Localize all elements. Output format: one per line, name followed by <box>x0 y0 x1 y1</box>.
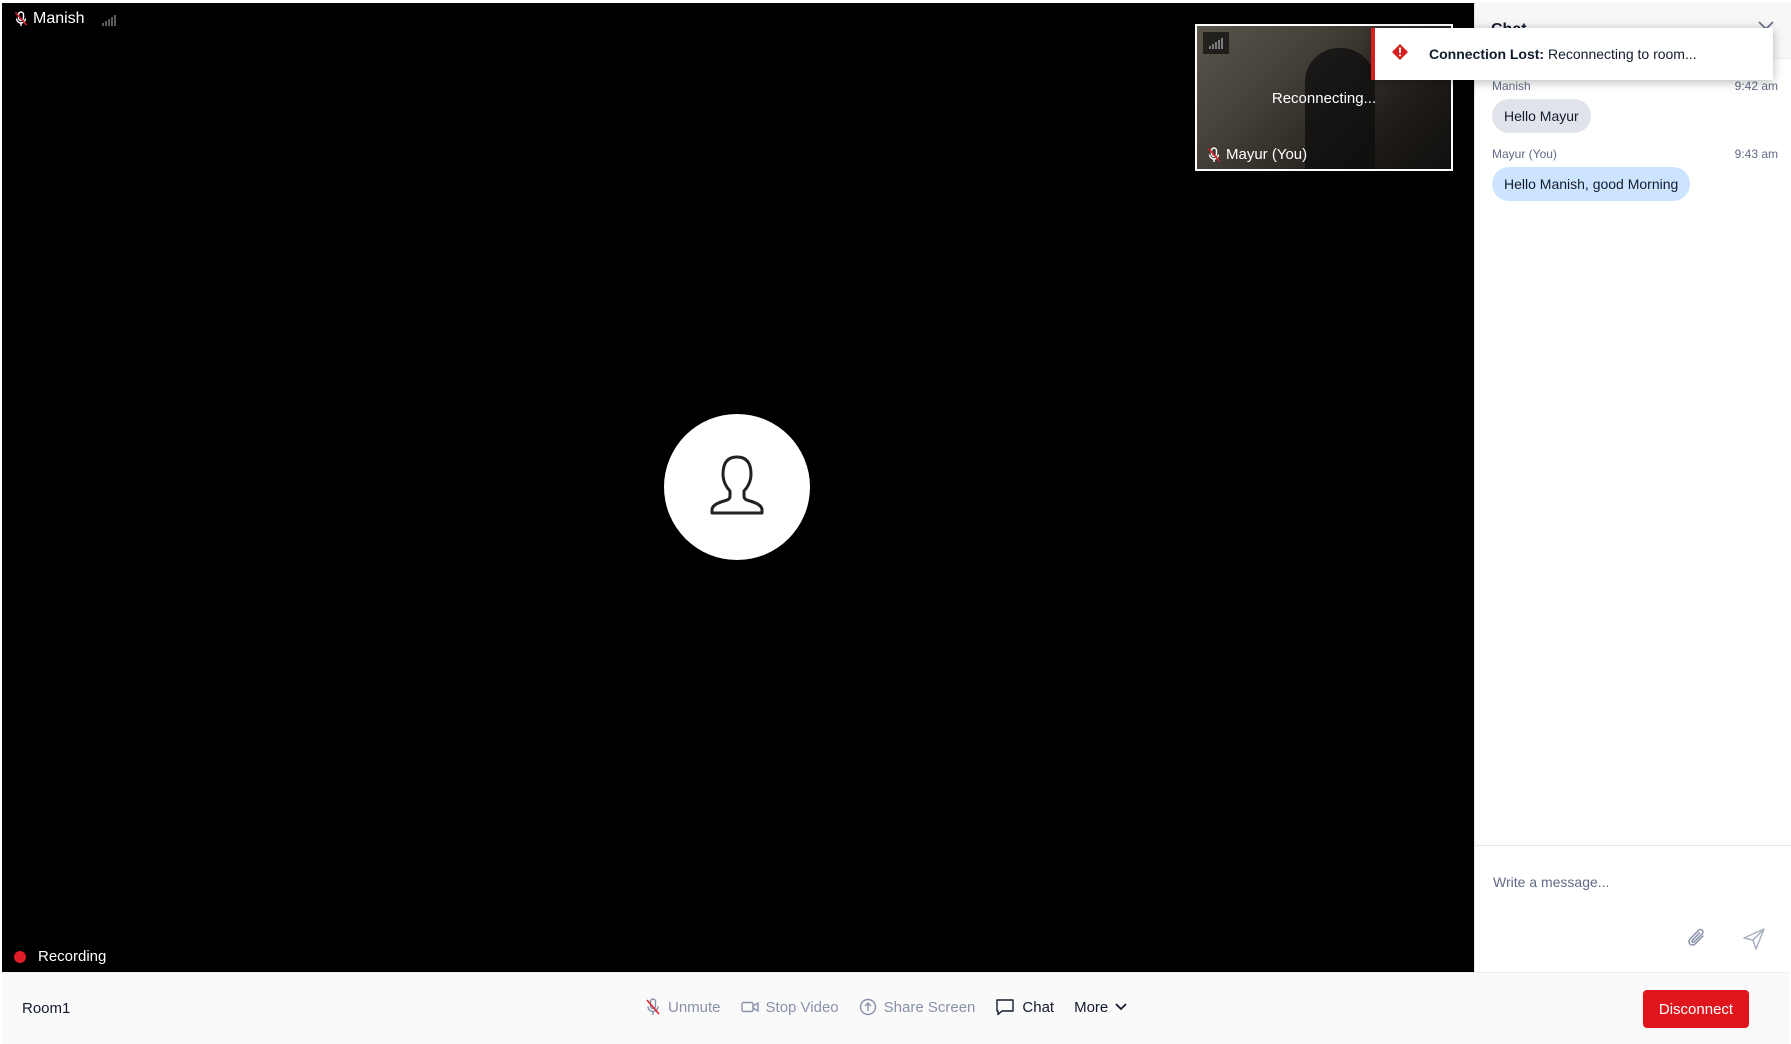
error-icon <box>1391 43 1409 61</box>
message-list: Manish 9:42 am Hello Mayur Mayur (You) 9… <box>1475 59 1791 215</box>
chat-button[interactable]: Chat <box>985 987 1064 1027</box>
message-meta: Manish 9:42 am <box>1492 79 1778 93</box>
main-video-stage: Manish Recording Reconnecting... Mayur (… <box>2 3 1474 972</box>
message-author: Manish <box>1492 79 1531 93</box>
message-meta: Mayur (You) 9:43 am <box>1492 147 1778 161</box>
unmute-button[interactable]: Unmute <box>635 987 731 1027</box>
self-participant-label: Mayur (You) <box>1207 146 1307 163</box>
more-label: More <box>1074 998 1109 1016</box>
disconnect-button[interactable]: Disconnect <box>1643 990 1749 1028</box>
mic-off-icon <box>645 998 661 1016</box>
network-quality-icon <box>1203 32 1229 54</box>
chat-label: Chat <box>1022 998 1055 1016</box>
message-composer <box>1475 845 1791 972</box>
video-camera-icon <box>740 1000 759 1014</box>
more-button[interactable]: More <box>1064 987 1137 1027</box>
share-screen-label: Share Screen <box>883 998 976 1016</box>
participant-label: Manish <box>14 10 116 28</box>
video-call-app: Manish Recording Reconnecting... Mayur (… <box>0 0 1791 1044</box>
toast-text: Connection Lost: Reconnecting to room... <box>1429 46 1697 62</box>
mic-off-icon <box>14 11 28 27</box>
participant-name: Manish <box>33 10 85 27</box>
call-controls: Unmute Stop Video Share Screen Chat More <box>635 987 1137 1027</box>
list-item: Manish 9:42 am Hello Mayur <box>1475 79 1791 133</box>
recording-label: Recording <box>38 948 107 965</box>
message-author: Mayur (You) <box>1492 147 1557 161</box>
message-bubble: Hello Manish, good Morning <box>1492 167 1691 201</box>
send-icon[interactable] <box>1741 926 1767 952</box>
stop-video-label: Stop Video <box>765 998 839 1016</box>
reconnecting-status: Reconnecting... <box>1271 90 1377 107</box>
mic-off-icon <box>1207 146 1221 163</box>
message-bubble: Hello Mayur <box>1492 99 1591 133</box>
participant-avatar <box>664 414 810 560</box>
message-time: 9:42 am <box>1734 79 1778 93</box>
message-time: 9:43 am <box>1734 147 1778 161</box>
message-input[interactable] <box>1487 866 1777 898</box>
network-quality-icon <box>101 12 116 26</box>
paperclip-icon[interactable] <box>1684 926 1710 952</box>
recording-dot-icon <box>14 950 26 963</box>
share-screen-icon <box>859 998 877 1016</box>
stop-video-button[interactable]: Stop Video <box>731 987 849 1027</box>
list-item: Mayur (You) 9:43 am Hello Manish, good M… <box>1475 147 1791 201</box>
room-name: Room1 <box>22 1000 71 1017</box>
chat-bubble-icon <box>995 998 1015 1016</box>
unmute-label: Unmute <box>668 998 721 1016</box>
connection-lost-toast: Connection Lost: Reconnecting to room... <box>1371 28 1773 80</box>
chat-panel: Chat Manish 9:42 am Hello Mayur Mayur (Y… <box>1474 3 1791 972</box>
toast-title: Connection Lost: <box>1429 46 1545 62</box>
share-screen-button[interactable]: Share Screen <box>849 987 986 1027</box>
toast-message: Reconnecting to room... <box>1548 46 1697 62</box>
recording-indicator: Recording <box>14 948 106 965</box>
call-toolbar: Room1 Unmute Stop Video Share Screen Cha… <box>2 972 1789 1044</box>
person-icon <box>707 454 767 521</box>
chevron-down-icon <box>1115 1003 1127 1011</box>
self-name: Mayur (You) <box>1226 146 1308 163</box>
